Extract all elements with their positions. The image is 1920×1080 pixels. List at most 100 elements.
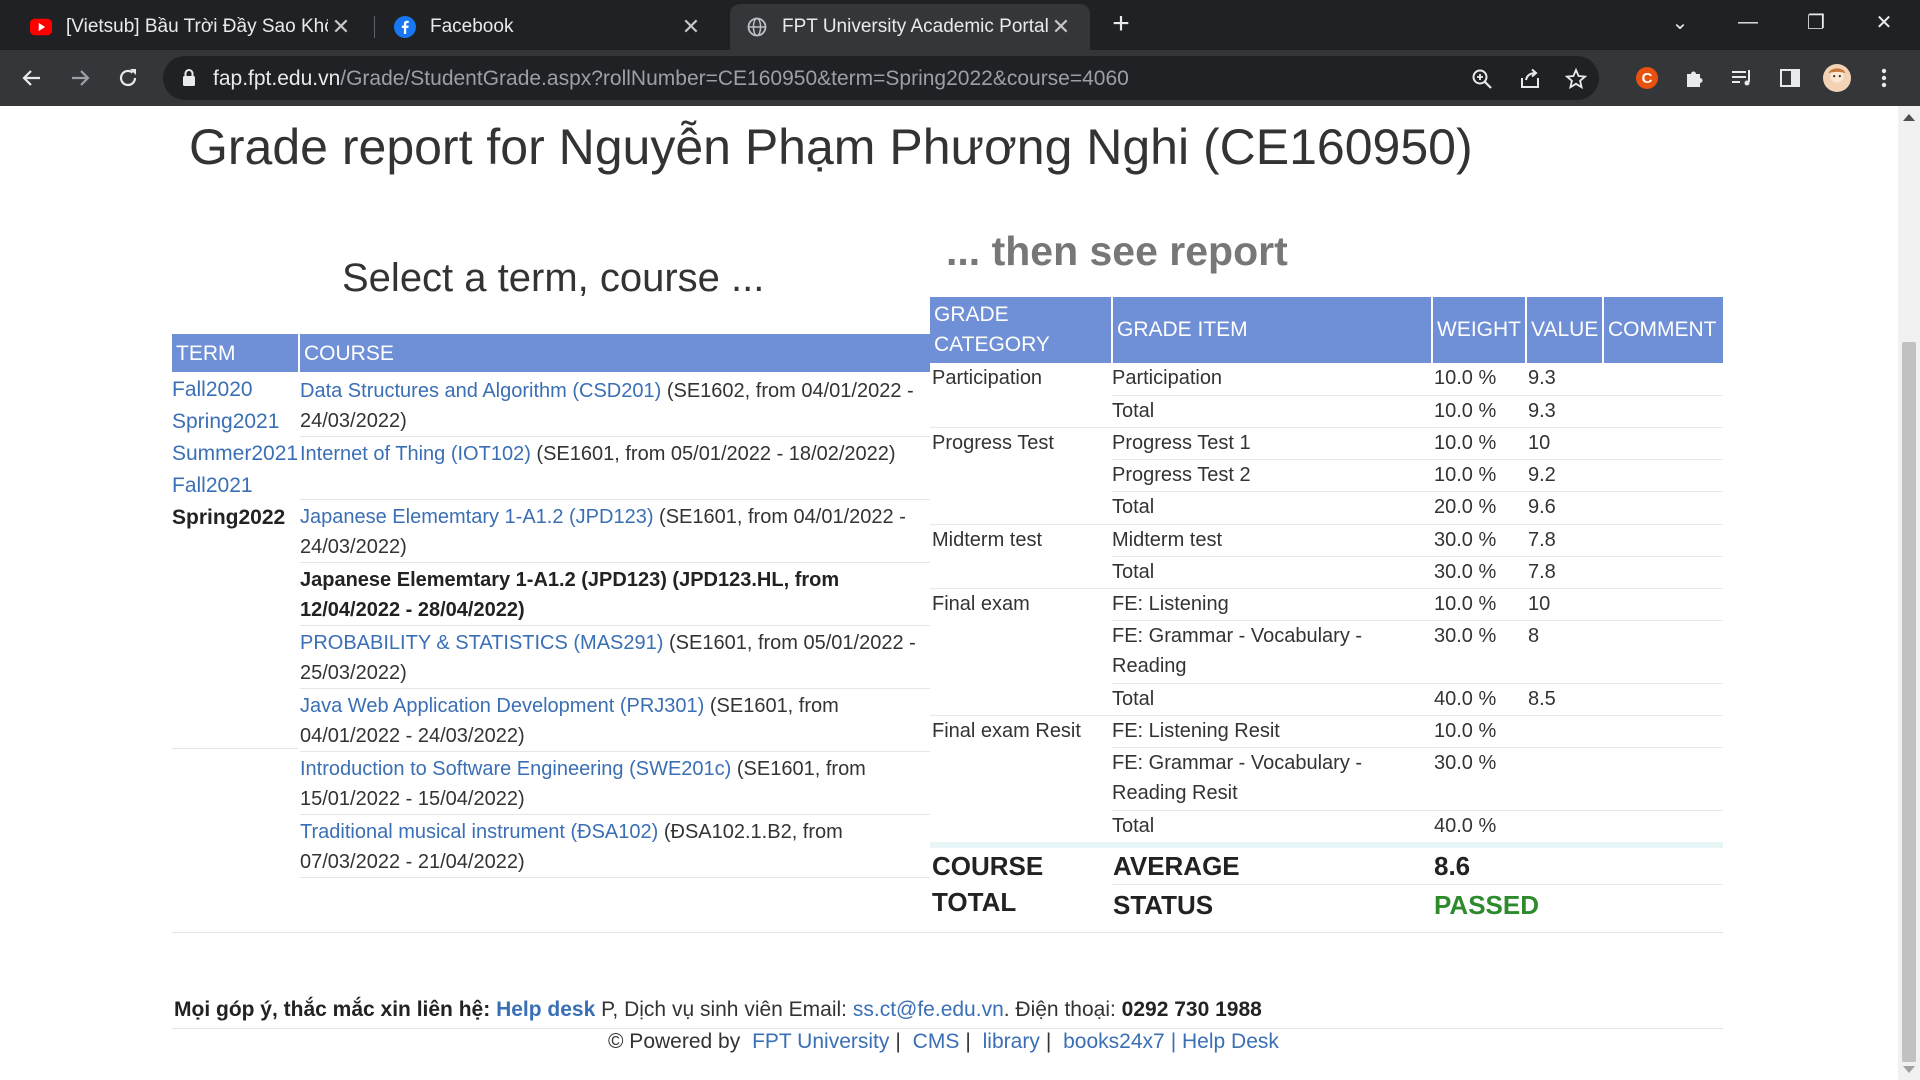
fpt-university-link[interactable]: FPT University <box>752 1030 889 1053</box>
course-link[interactable]: Data Structures and Algorithm (CSD201) <box>300 380 661 402</box>
course-link[interactable]: Internet of Thing (IOT102) <box>300 443 531 465</box>
share-icon[interactable] <box>1517 66 1543 92</box>
tab-facebook[interactable]: Facebook ✕ <box>378 4 720 50</box>
course-link[interactable]: Traditional musical instrument (ĐSA102) <box>300 821 658 843</box>
side-panel-icon[interactable] <box>1776 64 1804 92</box>
term-link[interactable]: Fall2020 <box>172 378 253 401</box>
course-list: Data Structures and Algorithm (CSD201) (… <box>300 374 930 878</box>
reload-button[interactable] <box>110 60 146 96</box>
browser-menu-icon[interactable] <box>1870 64 1898 92</box>
grade-weight: 30.0 % <box>1434 529 1497 551</box>
grade-value: 8.5 <box>1528 688 1556 710</box>
term-link-fall2020[interactable]: Fall2020 <box>172 374 298 406</box>
extensions-puzzle-icon[interactable] <box>1681 64 1709 92</box>
grade-weight: 10.0 % <box>1434 720 1497 742</box>
grade-weight: 20.0 % <box>1434 496 1497 518</box>
grade-value: 10 <box>1528 432 1551 454</box>
term-link-spring2021[interactable]: Spring2021 <box>172 406 298 438</box>
grade-weight: 40.0 % <box>1434 688 1497 710</box>
category-final-resit: Final exam Resit <box>932 720 1081 742</box>
divider <box>172 932 1723 933</box>
course-link[interactable]: Java Web Application Development (PRJ301… <box>300 695 704 717</box>
grade-item: Progress Test 1 <box>1112 432 1251 454</box>
scroll-thumb[interactable] <box>1902 342 1916 1062</box>
grade-item: Progress Test 2 <box>1112 464 1251 486</box>
lock-icon[interactable] <box>181 68 197 93</box>
close-tab-icon[interactable]: ✕ <box>678 14 704 40</box>
term-link-summer2021[interactable]: Summer2021 <box>172 438 298 470</box>
scroll-down-icon[interactable] <box>1903 1066 1915 1073</box>
new-tab-button[interactable]: + <box>1105 9 1137 41</box>
value-header: VALUE <box>1527 297 1602 363</box>
course-item-swe201c: Introduction to Software Engineering (SW… <box>300 752 930 815</box>
media-queue-icon[interactable] <box>1728 64 1756 92</box>
term-link-fall2021[interactable]: Fall2021 <box>172 470 298 502</box>
page-scrollbar[interactable] <box>1898 106 1920 1080</box>
grade-weight: 30.0 % <box>1434 752 1497 774</box>
contact-label: Mọi góp ý, thắc mắc xin liên hệ: <box>174 998 491 1021</box>
books24x7-link[interactable]: books24x7 <box>1063 1030 1165 1053</box>
help-desk-link[interactable]: Help Desk <box>1182 1030 1279 1053</box>
address-bar[interactable]: fap.fpt.edu.vn/Grade/StudentGrade.aspx?r… <box>163 56 1599 100</box>
divider <box>172 1028 1723 1029</box>
course-link[interactable]: PROBABILITY & STATISTICS (MAS291) <box>300 632 663 654</box>
weight-header: WEIGHT <box>1433 297 1525 363</box>
grade-item: Total <box>1112 815 1155 837</box>
grade-weight: 10.0 % <box>1434 464 1497 486</box>
status-label: STATUS <box>1113 890 1214 920</box>
close-window-button[interactable]: ✕ <box>1852 0 1916 44</box>
close-tab-icon[interactable]: ✕ <box>328 14 354 40</box>
grade-value: 7.8 <box>1528 529 1556 551</box>
library-link[interactable]: library <box>983 1030 1040 1053</box>
table-row: Total 40.0 % <box>930 811 1723 841</box>
table-row: Total 40.0 % 8.5 <box>930 684 1723 716</box>
back-arrow-icon <box>22 70 40 86</box>
course-detail: (SE1601, from 05/01/2022 - 18/02/2022) <box>530 443 896 465</box>
table-row: FE: Listening 10.0 % 10 <box>1112 589 1723 621</box>
extension-c-icon[interactable]: C <box>1633 64 1661 92</box>
page-title: Grade report for Nguyễn Phạm Phương Nghi… <box>189 119 1473 175</box>
category-final-exam: Final exam <box>932 593 1030 615</box>
email-link[interactable]: ss.ct@fe.edu.vn <box>853 998 1004 1021</box>
grade-item: FE: Listening <box>1112 593 1229 615</box>
course-link[interactable]: Japanese Elememtary 1-A1.2 (JPD123) <box>300 506 654 528</box>
back-button[interactable] <box>14 60 50 96</box>
helpdesk-link[interactable]: Help desk <box>496 998 595 1021</box>
comment-header: COMMENT <box>1604 297 1723 363</box>
grade-item: FE: Listening Resit <box>1112 720 1280 742</box>
tab-search-icon[interactable]: ⌄ <box>1648 0 1712 44</box>
minimize-button[interactable]: — <box>1716 0 1780 44</box>
profile-avatar[interactable] <box>1823 64 1851 92</box>
cms-link[interactable]: CMS <box>913 1030 960 1053</box>
browser-toolbar: fap.fpt.edu.vn/Grade/StudentGrade.aspx?r… <box>0 50 1920 106</box>
scroll-up-icon[interactable] <box>1903 114 1915 121</box>
term-link[interactable]: Spring2021 <box>172 410 279 433</box>
course-name: Japanese Elememtary 1-A1.2 (JPD123) <box>300 569 667 591</box>
restore-button[interactable]: ❐ <box>1784 0 1848 44</box>
table-row: Total 30.0 % 7.8 <box>930 557 1723 589</box>
tab-fpt-portal[interactable]: FPT University Academic Portal ✕ <box>730 4 1090 50</box>
bookmark-star-icon[interactable] <box>1563 66 1589 92</box>
grade-item: FE: Grammar - Vocabulary - Reading <box>1112 625 1363 677</box>
average-label: AVERAGE <box>1113 851 1240 881</box>
course-link[interactable]: Introduction to Software Engineering (SW… <box>300 758 731 780</box>
selected-term: Spring2022 <box>172 506 286 529</box>
url-host: fap.fpt.edu.vn <box>213 67 341 90</box>
term-link[interactable]: Fall2021 <box>172 474 253 497</box>
table-row: Midterm test 30.0 % 7.8 <box>1112 525 1723 557</box>
globe-icon <box>746 16 768 38</box>
forward-button[interactable] <box>62 60 98 96</box>
zoom-icon[interactable] <box>1469 66 1495 92</box>
table-row: Total 20.0 % 9.6 <box>930 492 1723 525</box>
close-tab-icon[interactable]: ✕ <box>1048 14 1074 40</box>
grade-item: Midterm test <box>1112 529 1223 551</box>
table-row: Total 10.0 % 9.3 <box>930 396 1723 428</box>
grade-value: 9.6 <box>1528 496 1556 518</box>
course-total-label: COURSE <box>932 851 1044 881</box>
course-header: COURSE <box>300 334 930 372</box>
item-header: GRADE ITEM <box>1113 297 1431 363</box>
grade-value: 10 <box>1528 593 1551 615</box>
category-header: GRADE CATEGORY <box>930 297 1111 363</box>
term-link[interactable]: Summer2021 <box>172 442 298 465</box>
tab-youtube[interactable]: [Vietsub] Bầu Trời Đầy Sao Không ✕ <box>14 4 370 50</box>
